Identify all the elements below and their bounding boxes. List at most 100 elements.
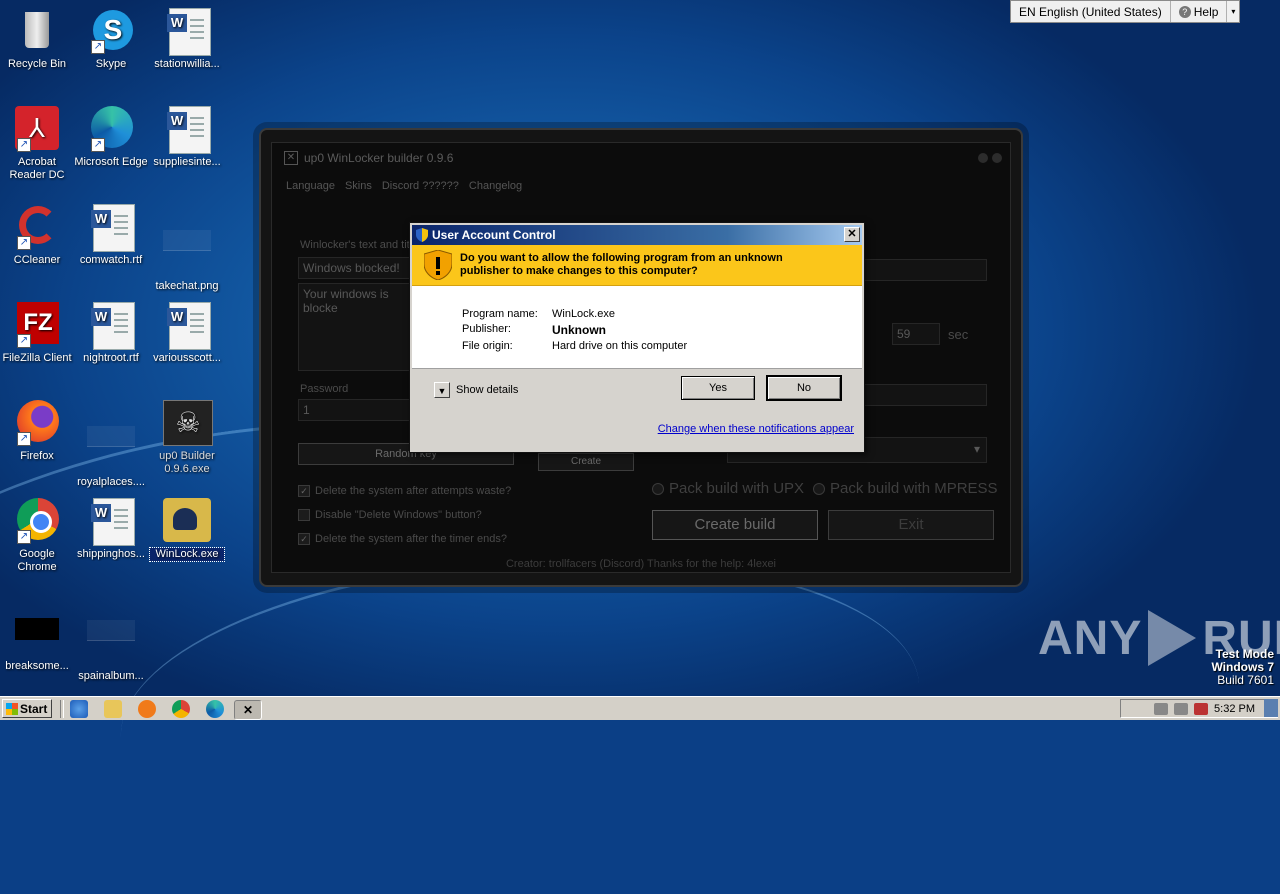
uac-shield-icon: [416, 228, 428, 242]
word-document-icon: [87, 204, 135, 252]
title-input[interactable]: Windows blocked!: [298, 257, 418, 279]
desktop-icon-skype[interactable]: S ↗ Skype: [74, 8, 148, 71]
publisher-value: Unknown: [552, 323, 606, 337]
speaker-icon[interactable]: [1154, 702, 1169, 715]
desktop-icon-label: Google Chrome: [17, 548, 57, 573]
desktop-icon-doc[interactable]: variousscott...: [150, 302, 224, 365]
chrome-taskbar-icon[interactable]: [172, 700, 190, 718]
menu-changelog[interactable]: Changelog: [469, 180, 522, 192]
radio-label: Pack build with MPRESS: [830, 480, 998, 497]
help-label: Help: [1193, 4, 1219, 19]
minimize-dot-icon[interactable]: [978, 153, 988, 163]
desktop-icon-acrobat[interactable]: ⅄ ↗ Acrobat Reader DC: [0, 106, 74, 182]
desktop-icon-up0-builder[interactable]: ☠ up0 Builder 0.9.6.exe: [150, 400, 224, 476]
password-input[interactable]: 1: [298, 399, 418, 421]
create-label: Create: [570, 456, 601, 467]
media-player-icon[interactable]: [138, 700, 156, 718]
desktop-icon-chrome[interactable]: ↗ Google Chrome: [0, 498, 74, 574]
edge-taskbar-icon[interactable]: [206, 700, 224, 718]
desktop-icon-label: spainalbum...: [78, 670, 144, 682]
image-file-icon: [163, 230, 211, 278]
show-details-toggle[interactable]: ▼ Show details: [434, 382, 518, 398]
desktop-icon-doc[interactable]: stationwillia...: [150, 8, 224, 71]
program-label: Program name:: [462, 308, 538, 320]
word-document-icon: [163, 302, 211, 350]
windows-logo-icon: [6, 702, 18, 715]
desktop-icon-label: up0 Builder 0.9.6.exe: [159, 450, 215, 475]
app-x-icon: ✕: [284, 151, 298, 165]
desktop-icon-rtf[interactable]: comwatch.rtf: [74, 204, 148, 267]
menu-discord[interactable]: Discord ??????: [382, 180, 459, 192]
warning-shield-icon: [424, 250, 452, 280]
check-delete-attempts[interactable]: ✓ Delete the system after attempts waste?: [298, 485, 511, 497]
desktop-icon-label: Microsoft Edge: [74, 156, 148, 168]
desktop-icon-winlock[interactable]: WinLock.exe: [149, 498, 225, 562]
desktop-icon-ccleaner[interactable]: ↗ CCleaner: [0, 204, 74, 267]
origin-row: File origin: Hard drive on this computer: [462, 340, 687, 352]
radio-icon: [813, 482, 825, 495]
text-label: Winlocker's text and tit: [300, 239, 410, 251]
program-row: Program name: WinLock.exe: [462, 308, 615, 320]
right-input[interactable]: [862, 259, 987, 281]
desktop-icon-doc[interactable]: suppliesinte...: [150, 106, 224, 169]
check-delete-timer[interactable]: ✓ Delete the system after the timer ends?: [298, 533, 507, 545]
desktop-icon-label: comwatch.rtf: [79, 254, 143, 266]
ccleaner-icon: ↗: [13, 204, 61, 252]
desktop-icon-label: takechat.png: [155, 280, 219, 292]
builder-title: up0 WinLocker builder 0.9.6: [304, 151, 454, 165]
builder-menu: Language Skins Discord ?????? Changelog: [286, 180, 522, 192]
close-dot-icon[interactable]: [992, 153, 1002, 163]
radio-pack-mpress[interactable]: Pack build with MPRESS: [813, 480, 998, 497]
desktop-icon-firefox[interactable]: ↗ Firefox: [0, 400, 74, 463]
clock[interactable]: 5:32 PM: [1214, 703, 1255, 715]
desktop-icon-label: royalplaces....: [77, 476, 145, 488]
desktop-icon-label: shippinghos...: [77, 548, 145, 560]
exit-button[interactable]: Exit: [828, 510, 994, 540]
chevron-down-icon: ▼: [434, 382, 450, 398]
show-desktop-button[interactable]: [1264, 699, 1278, 717]
winlocker-taskbar-button[interactable]: ✕: [234, 700, 262, 720]
ie-icon[interactable]: [70, 700, 88, 718]
folder-icon[interactable]: [104, 700, 122, 718]
radio-pack-upx[interactable]: Pack build with UPX: [652, 480, 804, 497]
word-document-icon: [87, 498, 135, 546]
desktop-icon-rtf[interactable]: nightroot.rtf: [74, 302, 148, 365]
desktop-icon-file[interactable]: royalplaces....: [74, 400, 148, 489]
action-center-flag-icon[interactable]: [1194, 702, 1209, 715]
language-selector[interactable]: EN English (United States): [1011, 1, 1171, 22]
langbar-options-button[interactable]: ▾: [1227, 1, 1239, 22]
timer-input-value: 59: [897, 327, 911, 341]
desktop-icon-file[interactable]: spainalbum...: [74, 610, 148, 683]
desktop-icon-png[interactable]: takechat.png: [150, 204, 224, 293]
change-notifications-link[interactable]: Change when these notifications appear: [658, 423, 854, 435]
desktop-icon-file[interactable]: breaksome...: [0, 610, 74, 673]
no-button[interactable]: No: [766, 375, 842, 401]
file-icon: [87, 620, 135, 668]
desktop-icon-filezilla[interactable]: FZ ↗ FileZilla Client: [0, 302, 74, 365]
create-build-button[interactable]: Create build: [652, 510, 818, 540]
network-icon[interactable]: [1174, 702, 1189, 715]
desktop-icon-recycle-bin[interactable]: Recycle Bin: [0, 8, 74, 71]
right-input-2[interactable]: [862, 384, 987, 406]
play-icon: [1148, 610, 1197, 666]
desktop-icon-doc[interactable]: shippinghos...: [74, 498, 148, 561]
help-button[interactable]: ? Help: [1171, 1, 1228, 22]
watermark-text-left: ANY: [1038, 611, 1143, 665]
start-button[interactable]: Start: [2, 699, 52, 718]
chevron-down-icon: ▾: [1231, 7, 1236, 16]
body-textarea[interactable]: Your windows is blocke: [298, 283, 418, 371]
recycle-bin-icon: [13, 8, 61, 56]
uac-titlebar: User Account Control ✕: [412, 225, 862, 245]
exit-label: Exit: [898, 516, 924, 533]
timer-input[interactable]: 59: [892, 323, 940, 345]
desktop-icon-edge[interactable]: ↗ Microsoft Edge: [74, 106, 148, 169]
menu-skins[interactable]: Skins: [345, 180, 372, 192]
menu-language[interactable]: Language: [286, 180, 335, 192]
yes-button[interactable]: Yes: [681, 376, 755, 400]
close-icon[interactable]: ✕: [844, 227, 860, 242]
check-disable-delete[interactable]: Disable "Delete Windows" button?: [298, 509, 482, 521]
desktop-icon-label: Recycle Bin: [7, 58, 67, 70]
skull-icon: ☠: [163, 400, 213, 448]
checkbox-icon: [298, 509, 310, 521]
create-button[interactable]: Create: [538, 453, 634, 471]
